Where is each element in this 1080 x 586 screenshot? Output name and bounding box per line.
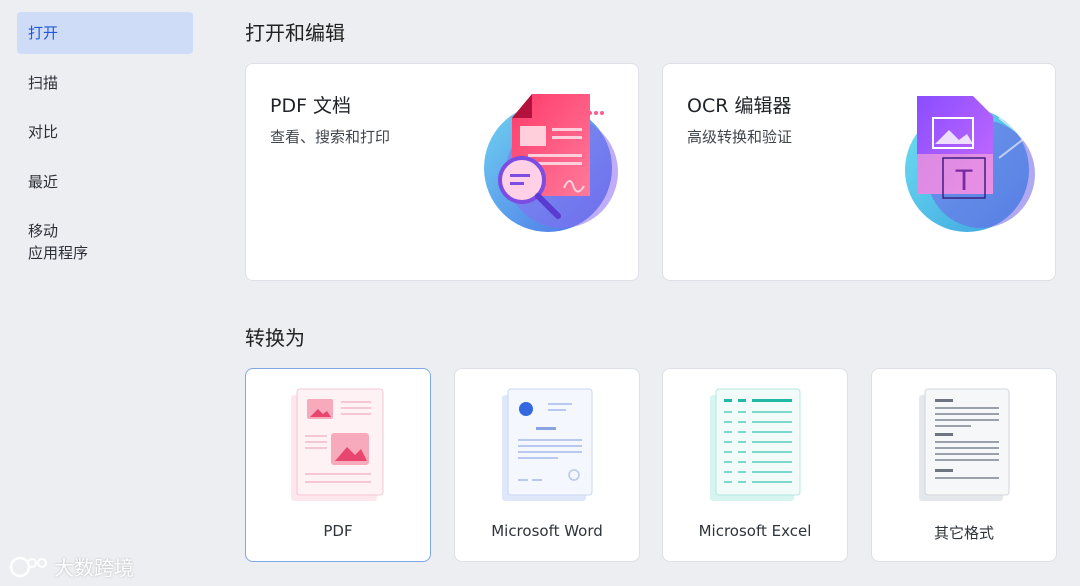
other-formats-file-icon [919,388,1010,501]
convert-excel-card[interactable]: Microsoft Excel [662,368,848,562]
watermark-text: 大数跨境 [54,556,134,580]
sidebar-item-recent[interactable]: 最近 [17,171,193,193]
section-title-convert: 转换为 [245,326,305,350]
word-file-icon [502,388,593,501]
format-label: Microsoft Word [491,522,603,540]
sidebar-item-label-line2: 应用程序 [28,244,89,262]
sidebar-item-label: 最近 [28,173,59,191]
sidebar-item-mobile-apps[interactable]: 移动 应用程序 [17,220,193,264]
sidebar-item-compare[interactable]: 对比 [17,121,193,143]
format-label: PDF [323,522,353,540]
watermark: 大数跨境 [8,552,134,581]
convert-other-formats-card[interactable]: 其它格式 [871,368,1057,562]
card-subtitle: 查看、搜索和打印 [270,128,391,146]
sidebar-item-scan[interactable]: 扫描 [17,72,193,94]
convert-word-card[interactable]: Microsoft Word [454,368,640,562]
sidebar-item-label: 移动 [28,222,59,240]
sidebar-item-label: 对比 [28,123,59,141]
sidebar-item-label: 打开 [28,24,59,42]
card-subtitle: 高级转换和验证 [687,128,793,146]
pdf-document-card[interactable]: PDF 文档 查看、搜索和打印 [245,63,639,281]
format-label: 其它格式 [933,524,994,542]
card-title: PDF 文档 [270,95,352,117]
ocr-editor-card[interactable]: OCR 编辑器 高级转换和验证 T [662,63,1056,281]
section-title-open-edit: 打开和编辑 [245,21,345,45]
pdf-document-illustration [484,94,618,232]
ocr-editor-illustration: T [905,96,1035,232]
excel-file-icon [710,388,801,501]
sidebar-item-label: 扫描 [28,74,59,92]
sidebar-item-open[interactable]: 打开 [17,12,193,54]
card-title: OCR 编辑器 [687,95,792,117]
format-label: Microsoft Excel [698,522,812,540]
watermark-logo-icon [9,556,47,577]
convert-pdf-card[interactable]: PDF [245,368,431,562]
svg-text:T: T [955,164,973,197]
pdf-file-icon [291,388,384,501]
sidebar: 打开 扫描 对比 最近 移动 应用程序 [0,0,210,586]
